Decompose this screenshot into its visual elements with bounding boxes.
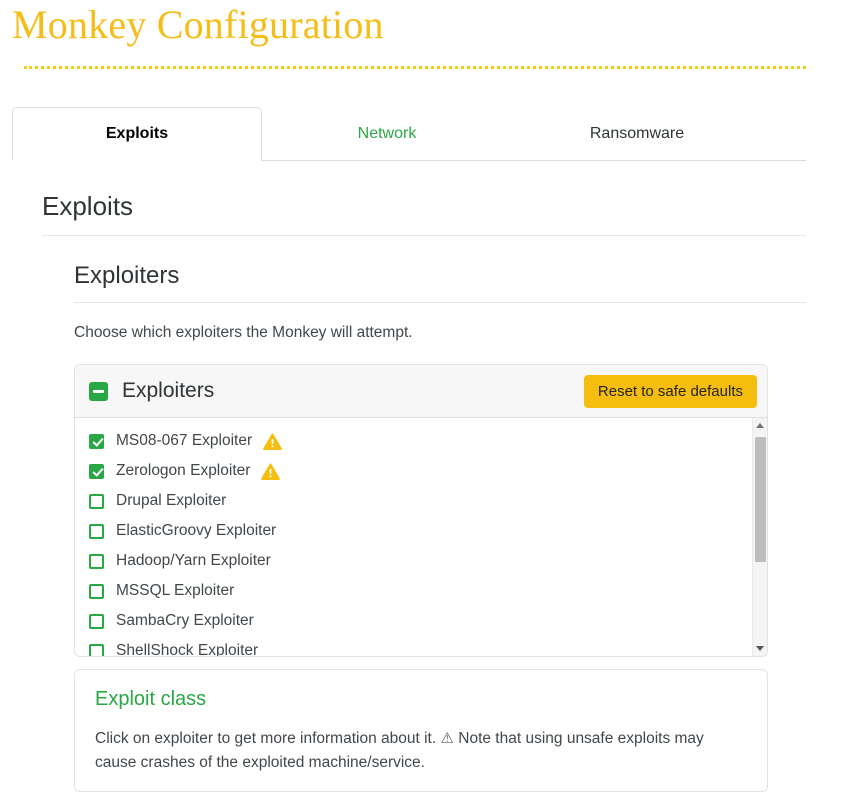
- title-divider: [24, 66, 806, 69]
- list-item[interactable]: Zerologon Exploiter: [89, 456, 767, 486]
- exploiters-section: Exploiters Choose which exploiters the M…: [42, 262, 806, 792]
- checkbox-shellshock[interactable]: [89, 643, 104, 656]
- checkbox-mssql[interactable]: [89, 583, 104, 599]
- exploiters-panel-title: Exploiters: [122, 379, 215, 402]
- exploit-class-panel: Exploit class Click on exploiter to get …: [74, 669, 768, 792]
- config-content: Exploits Exploiters Choose which exploit…: [0, 191, 854, 792]
- list-item-label: Zerologon Exploiter: [116, 462, 251, 479]
- scroll-down-arrow-icon[interactable]: [753, 641, 766, 656]
- list-item-label: SambaCry Exploiter: [116, 612, 254, 629]
- tab-bar: Exploits Network Ransomware: [0, 107, 854, 161]
- list-item[interactable]: ElasticGroovy Exploiter: [89, 516, 767, 546]
- checkbox-hadoop-yarn[interactable]: [89, 553, 104, 569]
- checkbox-zerologon[interactable]: [89, 463, 104, 479]
- list-item[interactable]: ShellShock Exploiter: [89, 636, 767, 656]
- tab-exploits-label: Exploits: [105, 125, 169, 142]
- list-item-label: ShellShock Exploiter: [116, 642, 259, 656]
- minus-square-icon[interactable]: [89, 381, 108, 401]
- exploiters-panel: Exploiters Reset to safe defaults MS08-0…: [74, 364, 768, 657]
- checkbox-ms08-067[interactable]: [89, 433, 104, 449]
- checkbox-drupal[interactable]: [89, 493, 104, 509]
- checkbox-sambacry[interactable]: [89, 613, 104, 629]
- warning-triangle-icon: [261, 462, 281, 480]
- exploiters-description: Choose which exploiters the Monkey will …: [74, 324, 413, 341]
- reset-to-safe-defaults-button[interactable]: Reset to safe defaults: [583, 374, 757, 408]
- tab-ransomware[interactable]: Ransomware: [512, 107, 762, 161]
- exploiters-list-scrollbar[interactable]: [752, 418, 767, 656]
- exploit-class-text-before: Click on exploiter to get more informati…: [95, 730, 437, 747]
- exploit-class-text: Click on exploiter to get more informati…: [95, 727, 747, 775]
- checkbox-elasticgroovy[interactable]: [89, 523, 104, 539]
- page-title: Monkey Configuration: [12, 2, 384, 47]
- list-item-label: Hadoop/Yarn Exploiter: [116, 552, 271, 569]
- list-item-label: MSSQL Exploiter: [116, 582, 235, 599]
- exploit-class-heading: Exploit class: [95, 688, 207, 710]
- list-item[interactable]: Hadoop/Yarn Exploiter: [89, 546, 767, 576]
- list-item[interactable]: SambaCry Exploiter: [89, 606, 767, 636]
- tab-network[interactable]: Network: [262, 107, 512, 161]
- warning-triangle-icon: [263, 432, 282, 450]
- page-header: Monkey Configuration: [0, 0, 854, 69]
- section-subheading-exploiters: Exploiters: [74, 262, 806, 303]
- tab-network-label: Network: [357, 125, 417, 142]
- list-item-label: MS08-067 Exploiter: [116, 432, 253, 449]
- list-item-label: ElasticGroovy Exploiter: [116, 522, 277, 539]
- list-item[interactable]: Drupal Exploiter: [89, 486, 767, 516]
- scroll-up-arrow-icon[interactable]: [753, 418, 767, 433]
- tab-ransomware-label: Ransomware: [589, 125, 685, 142]
- tab-exploits[interactable]: Exploits: [12, 107, 262, 161]
- list-item[interactable]: MS08-067 Exploiter: [89, 426, 767, 456]
- exploiters-panel-header: Exploiters Reset to safe defaults: [75, 365, 767, 418]
- tab-list: Exploits Network Ransomware: [12, 107, 854, 161]
- exploiters-list: MS08-067 Exploiter Zerologon Exploiter D…: [75, 418, 767, 656]
- warning-outline-icon: ⚠: [440, 730, 454, 747]
- list-item[interactable]: MSSQL Exploiter: [89, 576, 767, 606]
- exploiters-list-area: MS08-067 Exploiter Zerologon Exploiter D…: [75, 418, 767, 656]
- list-item-label: Drupal Exploiter: [116, 492, 227, 509]
- scrollbar-thumb[interactable]: [755, 437, 766, 562]
- section-heading-exploits: Exploits: [42, 191, 806, 236]
